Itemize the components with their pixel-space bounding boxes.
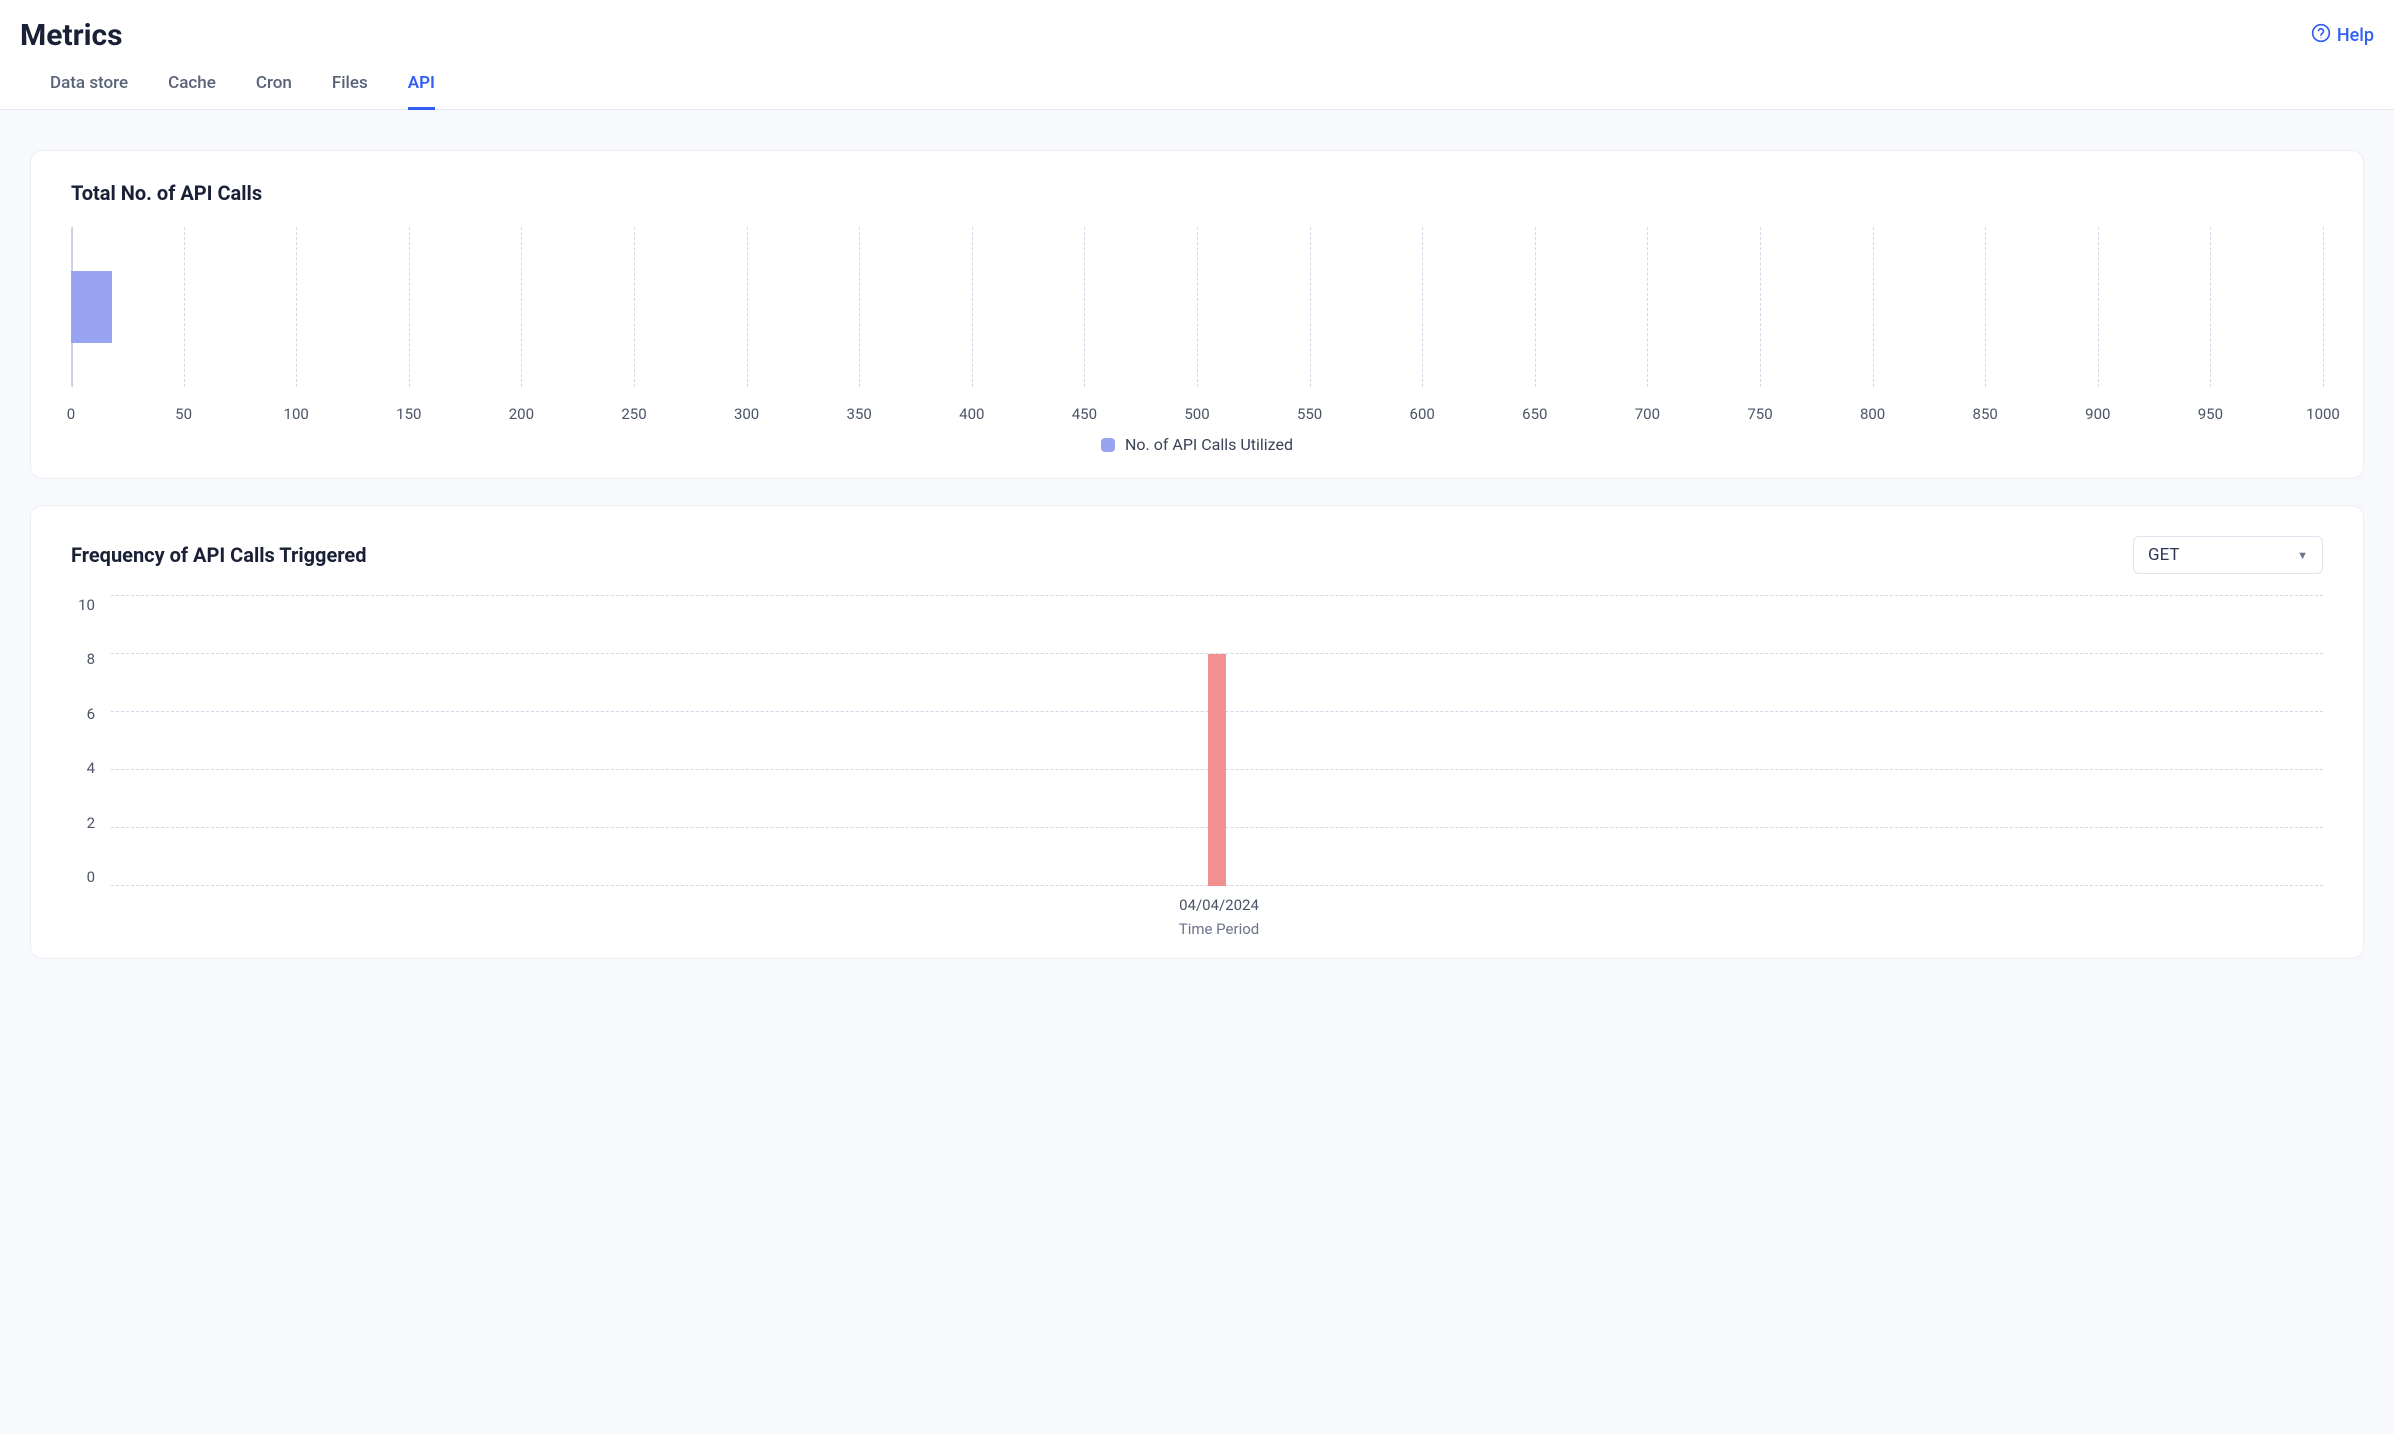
- vchart-y-tick: 0: [87, 868, 95, 886]
- vchart-wrap: 10 8 6 4 2 0: [71, 596, 2323, 886]
- hchart-x-ticks: 0501001502002503003504004505005506006507…: [71, 395, 2323, 417]
- vchart-y-tick: 8: [87, 650, 95, 668]
- vchart-gridline: [111, 595, 2323, 596]
- vchart-y-tick: 4: [87, 759, 95, 777]
- tab-cache[interactable]: Cache: [168, 73, 216, 110]
- method-filter-select[interactable]: GET ▼: [2133, 536, 2323, 574]
- hchart-area: [71, 227, 2323, 387]
- chevron-down-icon: ▼: [2297, 549, 2308, 562]
- tabs: Data store Cache Cron Files API: [20, 73, 2374, 109]
- vchart-y-tick: 6: [87, 705, 95, 723]
- hchart-bar: [71, 271, 112, 343]
- header-top: Metrics Help: [20, 18, 2374, 73]
- vchart-y-tick: 2: [87, 814, 95, 832]
- vchart-x-label: 04/04/2024: [115, 896, 2323, 914]
- card-header: Frequency of API Calls Triggered GET ▼: [71, 536, 2323, 574]
- help-link[interactable]: Help: [2311, 23, 2374, 48]
- help-icon: [2311, 23, 2331, 48]
- tab-cron[interactable]: Cron: [256, 73, 292, 110]
- hchart-gridline: [2323, 227, 2324, 387]
- card-title-total: Total No. of API Calls: [71, 181, 262, 205]
- legend-label: No. of API Calls Utilized: [1125, 435, 1293, 454]
- vchart-bar: [1208, 654, 1226, 886]
- vchart-x-title: Time Period: [115, 914, 2323, 938]
- tab-api[interactable]: API: [408, 73, 435, 110]
- header-bar: Metrics Help Data store Cache Cron Files API: [0, 0, 2394, 110]
- vchart-x-labels: 04/04/2024: [115, 886, 2323, 914]
- vchart-y-axis: 10 8 6 4 2 0: [71, 596, 99, 886]
- card-title-frequency: Frequency of API Calls Triggered: [71, 543, 366, 567]
- tab-files[interactable]: Files: [332, 73, 368, 110]
- vchart-plot: [111, 596, 2323, 886]
- method-filter-value: GET: [2148, 545, 2180, 565]
- tab-data-store[interactable]: Data store: [50, 73, 128, 110]
- page-title: Metrics: [20, 18, 123, 53]
- card-header: Total No. of API Calls: [71, 181, 2323, 205]
- content: Total No. of API Calls 05010015020025030…: [0, 110, 2394, 1025]
- help-label: Help: [2337, 25, 2374, 46]
- card-frequency-api-calls: Frequency of API Calls Triggered GET ▼ 1…: [30, 505, 2364, 959]
- legend-swatch-icon: [1101, 438, 1115, 452]
- card-total-api-calls: Total No. of API Calls 05010015020025030…: [30, 150, 2364, 479]
- vchart-y-tick: 10: [78, 596, 95, 614]
- hchart-plot: [71, 227, 2323, 387]
